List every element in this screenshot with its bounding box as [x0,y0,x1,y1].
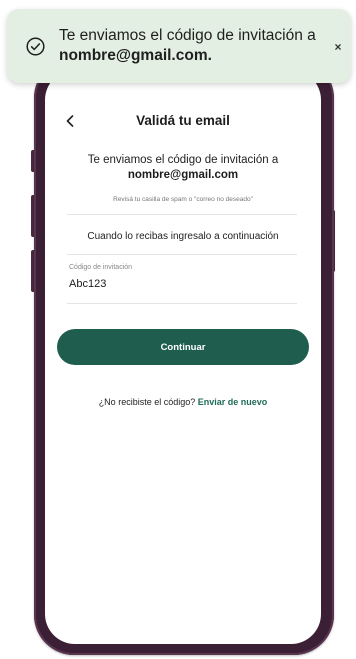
sent-message: Te enviamos el código de invitación a [87,154,279,166]
resend-link[interactable]: Enviar de nuevo [198,397,268,407]
field-underline [67,303,297,304]
continue-button[interactable]: Continuar [57,329,309,365]
resend-row: ¿No recibiste el código? Enviar de nuevo [45,397,321,407]
sent-email: nombre@gmail.com [127,169,239,181]
toast-message: Te enviamos el código de invitación a no… [59,26,327,66]
divider [67,254,297,255]
success-toast: Te enviamos el código de invitación a no… [7,9,351,83]
invitation-code-input[interactable]: Abc123 [69,278,106,290]
invitation-code-label: Código de invitación [69,264,133,271]
instruction-text: Cuando lo recibas ingresalo a continuaci… [87,231,279,242]
invitation-code-field[interactable]: Código de invitación Abc123 [69,264,297,300]
divider [67,214,297,215]
resend-prompt: ¿No recibiste el código? [98,397,196,407]
nav-bar: Validá tu email [45,110,321,136]
page-title: Validá tu email [136,113,230,128]
spam-hint: Revisá tu casilla de spam o "correo no d… [113,196,253,203]
close-icon[interactable]: × [330,39,346,55]
phone-screen: Validá tu email Te enviamos el código de… [45,70,321,644]
toast-message-text: Te enviamos el código de invitación a [59,27,316,44]
canvas: Validá tu email Te enviamos el código de… [0,0,356,659]
check-circle-icon [26,37,45,56]
toast-email: nombre@gmail.com. [59,47,212,64]
